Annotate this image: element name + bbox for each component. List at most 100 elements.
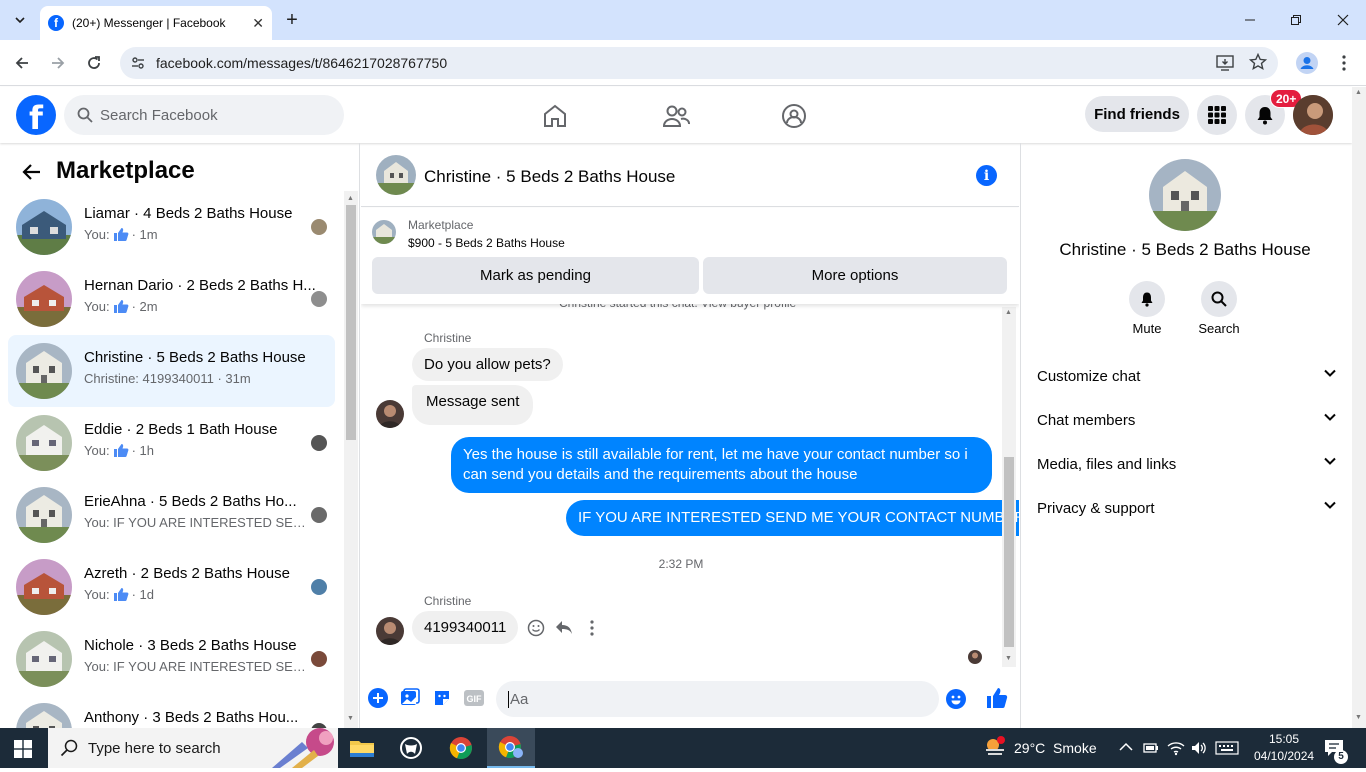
info-title: Christine · 5 Beds 2 Baths House [1059,240,1311,259]
listing-thumb[interactable] [372,220,396,244]
scroll-down-arrow-icon[interactable]: ▼ [347,715,354,722]
install-app-icon[interactable] [1216,54,1234,75]
account-avatar[interactable] [1293,95,1333,135]
send-like-icon[interactable] [985,686,1009,715]
forward-icon[interactable] [46,51,70,75]
conversation-info-icon[interactable]: i [976,165,997,186]
sender-avatar[interactable] [376,617,404,645]
windows-start-icon[interactable] [14,740,32,763]
emoji-icon[interactable] [946,689,966,713]
conversation-row[interactable]: Christine · 5 Beds 2 Baths House Christin… [8,335,335,407]
conversation-list-scroll-thumb[interactable] [346,205,356,440]
volume-icon[interactable] [1190,740,1208,761]
listing-price-title[interactable]: $900 - 5 Beds 2 Baths House [408,236,565,250]
seen-by-avatar [311,579,327,595]
back-arrow-icon[interactable] [22,163,42,186]
tab-search-icon[interactable] [8,8,32,32]
message-input[interactable]: Aa [496,681,966,717]
chrome-menu-icon[interactable] [1332,51,1356,75]
scroll-up-arrow-icon[interactable]: ▲ [347,195,354,202]
back-icon[interactable] [10,51,34,75]
conversation-name: Azreth · 2 Beds 2 Baths House [84,565,290,582]
home-icon[interactable] [542,103,568,134]
svg-text:GIF: GIF [467,694,483,704]
close-window-icon[interactable] [1331,8,1355,32]
info-avatar[interactable] [1149,159,1221,231]
conversation-row[interactable]: Eddie · 2 Beds 1 Bath House You: · 1h [8,407,335,479]
scroll-up-arrow-icon[interactable]: ▲ [1005,309,1012,316]
wifi-icon[interactable] [1167,740,1185,761]
close-tab-icon[interactable]: ✕ [252,15,264,32]
conversation-row[interactable]: Liamar · 4 Beds 2 Baths House You: · 1m [8,191,335,263]
chrome-icon[interactable] [437,728,485,768]
incoming-message[interactable]: 4199340011 [412,611,519,644]
reply-icon[interactable] [555,620,573,641]
restore-icon[interactable] [1284,8,1308,32]
taskbar-search-placeholder: Type here to search [88,739,221,757]
conversation-row[interactable]: Hernan Dario · 2 Beds 2 Baths H... You: · … [8,263,335,335]
xbox-app-icon[interactable] [387,728,435,768]
chat-members-section[interactable]: Chat members [1037,398,1337,442]
mark-as-pending-button[interactable]: Mark as pending [372,257,699,294]
site-settings-icon[interactable] [130,55,146,74]
scroll-up-arrow-icon[interactable]: ▲ [1355,89,1362,96]
listing-thumbnail [16,487,72,543]
customize-chat-section[interactable]: Customize chat [1037,354,1337,398]
message-more-icon[interactable] [590,620,594,641]
conversation-row[interactable]: Anthony · 3 Beds 2 Baths Hou... [8,695,335,728]
scroll-down-arrow-icon[interactable]: ▼ [1005,655,1012,662]
attach-photo-icon[interactable] [400,688,420,713]
weather-widget[interactable]: 29°C Smoke [984,728,1097,768]
sticker-icon[interactable] [432,688,452,713]
taskbar-search-box[interactable]: Type here to search [48,728,338,768]
mute-bell-icon[interactable] [1129,281,1165,317]
outgoing-message[interactable]: IF YOU ARE INTERESTED SEND ME YOUR CONTA… [566,500,1019,536]
sender-avatar[interactable] [376,400,404,428]
section-label: Privacy & support [1037,499,1155,517]
show-hidden-icons-icon[interactable] [1119,741,1133,755]
minimize-icon[interactable] [1238,8,1262,32]
address-bar[interactable]: facebook.com/messages/t/8646217028767750 [120,47,1278,79]
thumbs-up-icon [110,443,132,458]
more-options-button[interactable]: More options [703,257,1007,294]
facebook-logo-icon[interactable]: f [16,95,56,135]
incoming-message[interactable]: Do you allow pets? [412,348,563,381]
gif-icon[interactable]: GIF [463,688,485,713]
chat-title[interactable]: Christine · 5 Beds 2 Baths House [424,167,675,187]
conversation-row[interactable]: Nichole · 3 Beds 2 Baths House You: IF YO… [8,623,335,695]
media-files-links-section[interactable]: Media, files and links [1037,442,1337,486]
search-in-conversation-icon[interactable] [1201,281,1237,317]
search-label[interactable]: Search [1189,321,1249,336]
mute-label[interactable]: Mute [1117,321,1177,336]
scroll-down-arrow-icon[interactable]: ▼ [1355,714,1362,721]
chat-scrollbar[interactable]: ▲ ▼ [1002,307,1016,667]
more-actions-plus-icon[interactable] [368,688,388,713]
system-clock[interactable]: 15:05 04/10/2024 [1254,731,1314,765]
bookmark-star-icon[interactable] [1248,52,1268,74]
chat-scroll-thumb[interactable] [1004,457,1014,647]
conversation-list-scrollbar[interactable]: ▲ ▼ [344,191,358,728]
incoming-message[interactable]: Message sent [412,385,534,425]
facebook-search-input[interactable]: Search Facebook [64,95,344,135]
chrome-active-window-icon[interactable] [487,728,535,768]
profile-icon[interactable] [1295,51,1319,75]
find-friends-button[interactable]: Find friends [1085,96,1189,132]
battery-icon[interactable] [1143,740,1159,761]
search-icon [77,107,93,127]
new-tab-icon[interactable]: + [280,8,304,32]
reload-icon[interactable] [82,51,106,75]
react-emoji-icon[interactable] [527,619,545,642]
conversation-row[interactable]: Azreth · 2 Beds 2 Baths House You: · 1d [8,551,335,623]
chat-avatar[interactable] [376,155,416,195]
file-explorer-icon[interactable] [338,728,386,768]
conversation-row[interactable]: ErieAhna · 5 Beds 2 Baths Ho... You: IF Y… [8,479,335,551]
groups-icon[interactable] [781,103,807,134]
keyboard-icon[interactable] [1215,741,1239,760]
menu-grid-icon[interactable] [1197,95,1237,135]
privacy-support-section[interactable]: Privacy & support [1037,486,1337,530]
page-scrollbar[interactable]: ▲ ▼ [1352,87,1366,728]
browser-tab[interactable]: f (20+) Messenger | Facebook ✕ [40,6,272,40]
section-label: Customize chat [1037,367,1141,385]
outgoing-message[interactable]: Yes the house is still available for ren… [451,437,992,493]
friends-icon[interactable] [662,103,690,134]
